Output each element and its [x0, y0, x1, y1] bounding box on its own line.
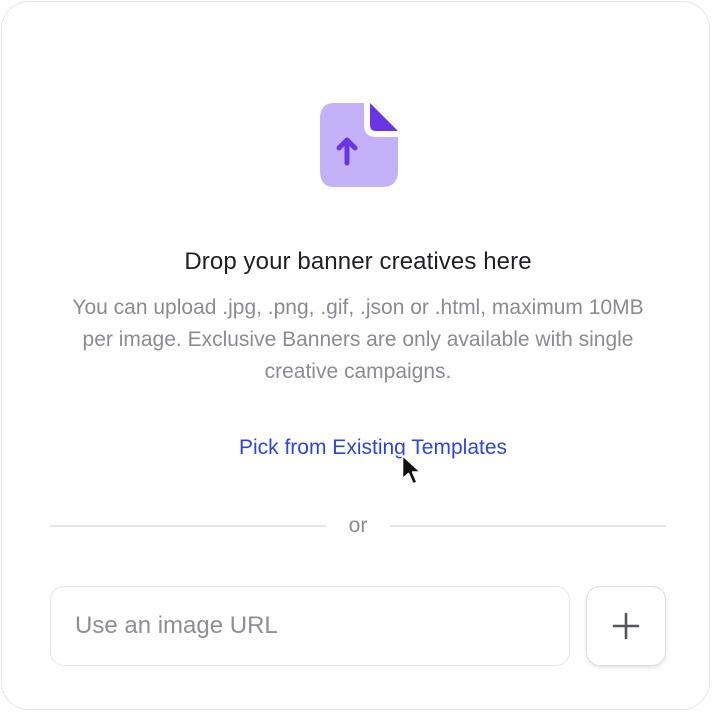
divider-left	[50, 525, 326, 527]
image-url-input[interactable]	[50, 586, 570, 666]
dropzone-headline: Drop your banner creatives here	[184, 248, 532, 275]
or-separator: or	[348, 514, 368, 537]
file-upload-icon	[320, 103, 398, 187]
divider-right	[390, 525, 666, 527]
pick-templates-link[interactable]: Pick from Existing Templates	[2, 436, 712, 460]
add-url-button[interactable]	[586, 586, 666, 666]
dropzone-description: You can upload .jpg, .png, .gif, .json o…	[72, 296, 644, 383]
upload-dropzone-card[interactable]: Drop your banner creatives here You can …	[1, 1, 710, 710]
plus-icon	[612, 612, 640, 640]
